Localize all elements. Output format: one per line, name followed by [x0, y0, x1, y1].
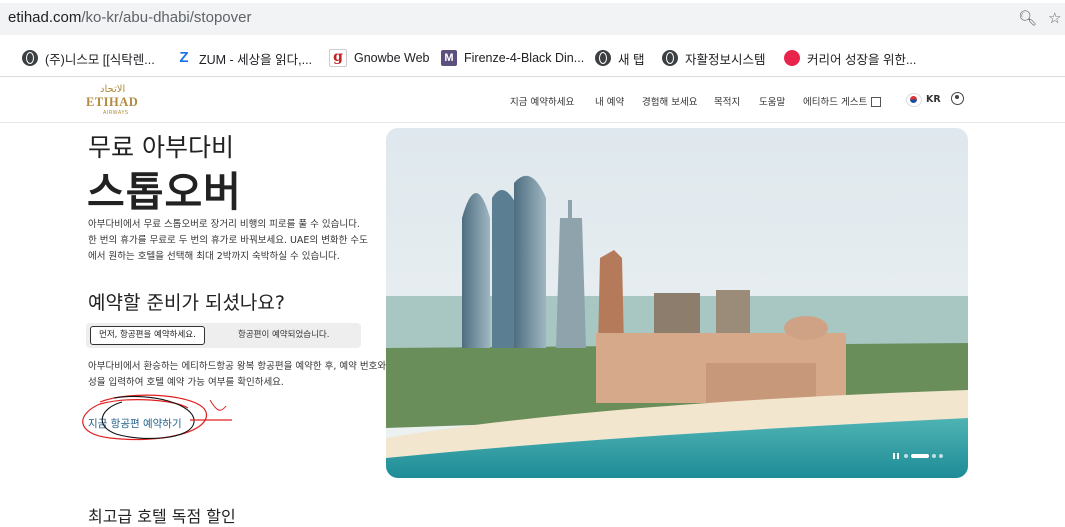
logo-arabic: الاتحاد	[100, 84, 126, 95]
carousel-dot-active[interactable]	[911, 454, 929, 458]
korea-flag-icon[interactable]	[906, 93, 922, 107]
tab-flight-booked[interactable]: 항공편이 예약되었습니다.	[238, 327, 329, 344]
bookmark-item[interactable]: 커리어 성장을 위한...	[784, 49, 916, 67]
external-link-icon	[871, 96, 882, 107]
nav-destinations[interactable]: 목적지	[714, 94, 740, 108]
etihad-logo[interactable]: الاتحاد ETIHAD AIRWAYS	[86, 84, 146, 116]
pause-icon[interactable]	[897, 453, 899, 459]
globe-icon	[595, 50, 611, 66]
url-text[interactable]: etihad.com/ko-kr/abu-dhabi/stopover	[8, 9, 251, 26]
bookmark-item[interactable]: 새 탭	[595, 49, 644, 67]
annotation-scribble	[82, 394, 232, 441]
site-header: الاتحاد ETIHAD AIRWAYS 지금 예약하세요 내 예약 경험해…	[0, 77, 1065, 123]
nav-etihad-guest[interactable]: 에티하드 게스트	[803, 94, 882, 108]
bookmark-item[interactable]: g Gnowbe Web	[329, 49, 430, 67]
pink-icon	[784, 50, 800, 66]
page-title: 스톱오버	[87, 168, 242, 216]
star-icon[interactable]: ☆	[1048, 9, 1061, 27]
zum-icon: Z	[179, 49, 189, 66]
nav-my-booking[interactable]: 내 예약	[595, 94, 624, 108]
bookmark-item[interactable]: 자활정보시스템	[662, 49, 766, 67]
carousel-dot[interactable]	[932, 454, 936, 458]
nav-book-now[interactable]: 지금 예약하세요	[510, 94, 574, 108]
globe-icon	[22, 50, 38, 66]
browser-address-bar: etihad.com/ko-kr/abu-dhabi/stopover 🔍︎ ☆	[0, 0, 1065, 38]
user-icon[interactable]	[951, 92, 964, 105]
logo-word: ETIHAD	[86, 95, 139, 109]
ready-heading: 예약할 준비가 되셨나요?	[88, 292, 285, 314]
bookmark-item[interactable]: (주)니스모 [[식탁렌...	[22, 49, 155, 67]
zoom-icon[interactable]: 🔍︎	[1018, 9, 1037, 27]
m-icon: M	[441, 50, 457, 66]
logo-sub: AIRWAYS	[103, 110, 129, 116]
hotels-heading: 최고급 호텔 독점 할인	[88, 507, 236, 526]
language-selector[interactable]: KR	[926, 94, 941, 105]
intro-text: 아부다비에서 무료 스톱오버로 장거리 비행의 피로를 풀 수 있습니다. 한 …	[88, 219, 368, 262]
nav-help[interactable]: 도움말	[759, 94, 785, 108]
bookmark-item[interactable]: M Firenze-4-Black Din...	[441, 49, 584, 67]
pause-icon[interactable]	[893, 453, 895, 459]
bookmarks-bar: (주)니스모 [[식탁렌... Z ZUM - 세상을 읽다,... g Gnowb…	[0, 38, 1065, 77]
nav-experience[interactable]: 경험해 보세요	[642, 94, 697, 108]
carousel-controls[interactable]	[893, 452, 943, 460]
info-text: 아부다비에서 환승하는 에티하드항공 왕복 항공편을 예약한 후, 예약 번호와…	[88, 361, 387, 388]
bookmark-item[interactable]: Z ZUM - 세상을 읽다,...	[176, 49, 312, 67]
globe-icon	[662, 50, 678, 66]
tab-book-flight-first[interactable]: 먼저, 항공편을 예약하세요.	[90, 326, 205, 345]
booking-tabs: 먼저, 항공편을 예약하세요. 항공편이 예약되었습니다.	[86, 323, 361, 348]
hero-image	[386, 128, 968, 478]
gnowbe-icon: g	[329, 49, 347, 67]
carousel-dot[interactable]	[904, 454, 908, 458]
carousel-dot[interactable]	[939, 454, 943, 458]
